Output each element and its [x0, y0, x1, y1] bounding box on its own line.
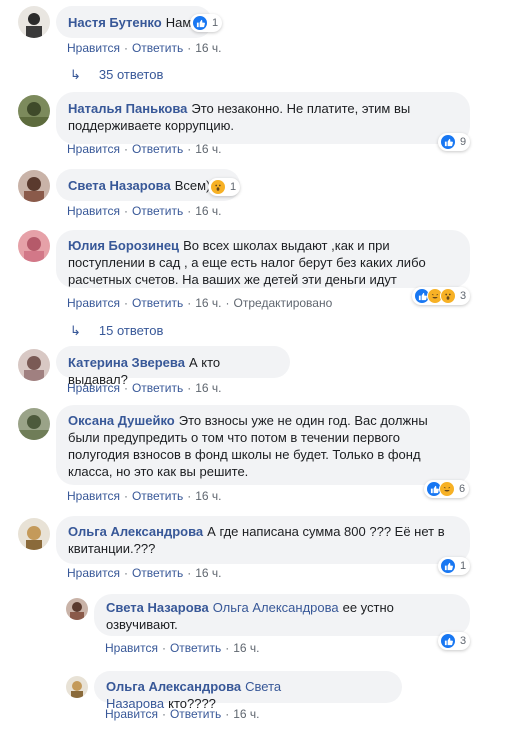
timestamp[interactable]: 16 ч.	[195, 204, 221, 218]
reply-link[interactable]: Ответить	[132, 566, 183, 580]
reply-link[interactable]: Ответить	[170, 641, 221, 655]
like-link[interactable]: Нравится	[67, 566, 120, 580]
comment-actions: Нравится · Ответить · 16 ч. · Отредактировано	[67, 296, 333, 310]
comment-author[interactable]: Наталья Панькова	[68, 101, 187, 116]
comment-author[interactable]: Оксана Душейко	[68, 413, 175, 428]
comment-bubble: Юлия Борозинец Во всех школах выдают ,как…	[56, 230, 470, 288]
mention-link[interactable]: Ольга Александрова	[213, 600, 339, 615]
like-link[interactable]: Нравится	[67, 381, 120, 395]
timestamp[interactable]: 16 ч.	[195, 381, 221, 395]
avatar[interactable]	[66, 676, 88, 698]
wow-reaction-icon	[440, 288, 456, 304]
timestamp[interactable]: 16 ч.	[195, 142, 221, 156]
comment-bubble: Настя Бутенко Нам	[56, 6, 212, 38]
view-replies-link[interactable]: ↳ 15 ответов	[70, 323, 163, 339]
avatar[interactable]	[18, 408, 50, 440]
comment-author[interactable]: Света Назарова	[106, 600, 209, 615]
like-reaction-icon	[440, 633, 456, 649]
reply-link[interactable]: Ответить	[132, 204, 183, 218]
edited-label[interactable]: Отредактировано	[234, 296, 333, 310]
timestamp[interactable]: 16 ч.	[233, 707, 259, 721]
reaction-count[interactable]: 6	[424, 480, 470, 498]
like-link[interactable]: Нравится	[105, 707, 158, 721]
like-link[interactable]: Нравится	[67, 142, 120, 156]
comment-actions: Нравится · Ответить · 16 ч.	[67, 381, 222, 395]
comment-actions: Нравится · Ответить · 16 ч.	[67, 41, 222, 55]
reaction-count[interactable]: 1	[190, 14, 223, 32]
comment-actions: Нравится · Ответить · 16 ч.	[67, 566, 222, 580]
avatar[interactable]	[18, 349, 50, 381]
reaction-count[interactable]: 1	[438, 557, 471, 575]
timestamp[interactable]: 16 ч.	[233, 641, 259, 655]
comment-author[interactable]: Юлия Борозинец	[68, 238, 179, 253]
comment-actions: Нравится · Ответить · 16 ч.	[105, 641, 260, 655]
like-link[interactable]: Нравится	[67, 489, 120, 503]
comment-author[interactable]: Ольга Александрова	[68, 524, 203, 539]
reply-link[interactable]: Ответить	[132, 381, 183, 395]
view-replies-link[interactable]: ↳ 35 ответов	[70, 67, 163, 83]
comment-bubble: Ольга Александрова Света Назарова кто????	[94, 671, 402, 711]
comment-bubble: Наталья Панькова Это незаконно. Не платит…	[56, 92, 470, 144]
reaction-count[interactable]: 1	[208, 178, 241, 196]
comment-actions: Нравится · Ответить · 16 ч.	[67, 204, 222, 218]
reaction-count[interactable]: 3	[438, 632, 471, 650]
reaction-count[interactable]: 9	[438, 133, 471, 151]
comment-bubble: Катерина Зверева А кто выдавал?	[56, 346, 290, 387]
like-link[interactable]: Нравится	[67, 204, 120, 218]
timestamp[interactable]: 16 ч.	[195, 296, 221, 310]
avatar[interactable]	[18, 6, 50, 38]
timestamp[interactable]: 16 ч.	[195, 489, 221, 503]
reply-link[interactable]: Ответить	[132, 142, 183, 156]
like-link[interactable]: Нравится	[67, 41, 120, 55]
like-reaction-icon	[440, 134, 456, 150]
reply-link[interactable]: Ответить	[132, 489, 183, 503]
like-reaction-icon	[440, 558, 456, 574]
comment-bubble: Оксана Душейко Это взносы уже не один год…	[56, 405, 470, 485]
comment-author[interactable]: Катерина Зверева	[68, 355, 185, 370]
timestamp[interactable]: 16 ч.	[195, 566, 221, 580]
wow-reaction-icon	[210, 179, 226, 195]
reply-link[interactable]: Ответить	[132, 296, 183, 310]
like-link[interactable]: Нравится	[105, 641, 158, 655]
reaction-count[interactable]: 3	[412, 287, 471, 305]
like-link[interactable]: Нравится	[67, 296, 120, 310]
comment-text: Нам	[165, 15, 192, 30]
comment-author[interactable]: Ольга Александрова	[106, 679, 241, 694]
like-reaction-icon	[192, 15, 208, 31]
comment-bubble: Ольга Александрова А где написана сумма 8…	[56, 516, 470, 564]
haha-reaction-icon	[439, 481, 455, 497]
comment-actions: Нравится · Ответить · 16 ч.	[67, 489, 222, 503]
avatar[interactable]	[18, 518, 50, 550]
avatar[interactable]	[66, 598, 88, 620]
reply-link[interactable]: Ответить	[170, 707, 221, 721]
reply-arrow-icon: ↳	[70, 67, 81, 82]
reply-link[interactable]: Ответить	[132, 41, 183, 55]
timestamp[interactable]: 16 ч.	[195, 41, 221, 55]
avatar[interactable]	[18, 230, 50, 262]
avatar[interactable]	[18, 170, 50, 202]
comment-author[interactable]: Света Назарова	[68, 178, 171, 193]
comment-author[interactable]: Настя Бутенко	[68, 15, 162, 30]
avatar[interactable]	[18, 95, 50, 127]
reply-arrow-icon: ↳	[70, 323, 81, 338]
comment-text: Всем)	[174, 178, 211, 193]
comment-actions: Нравится · Ответить · 16 ч.	[105, 707, 260, 721]
comment-bubble: Света Назарова Ольга Александрова ее устно…	[94, 594, 470, 636]
comment-actions: Нравится · Ответить · 16 ч.	[67, 142, 222, 156]
